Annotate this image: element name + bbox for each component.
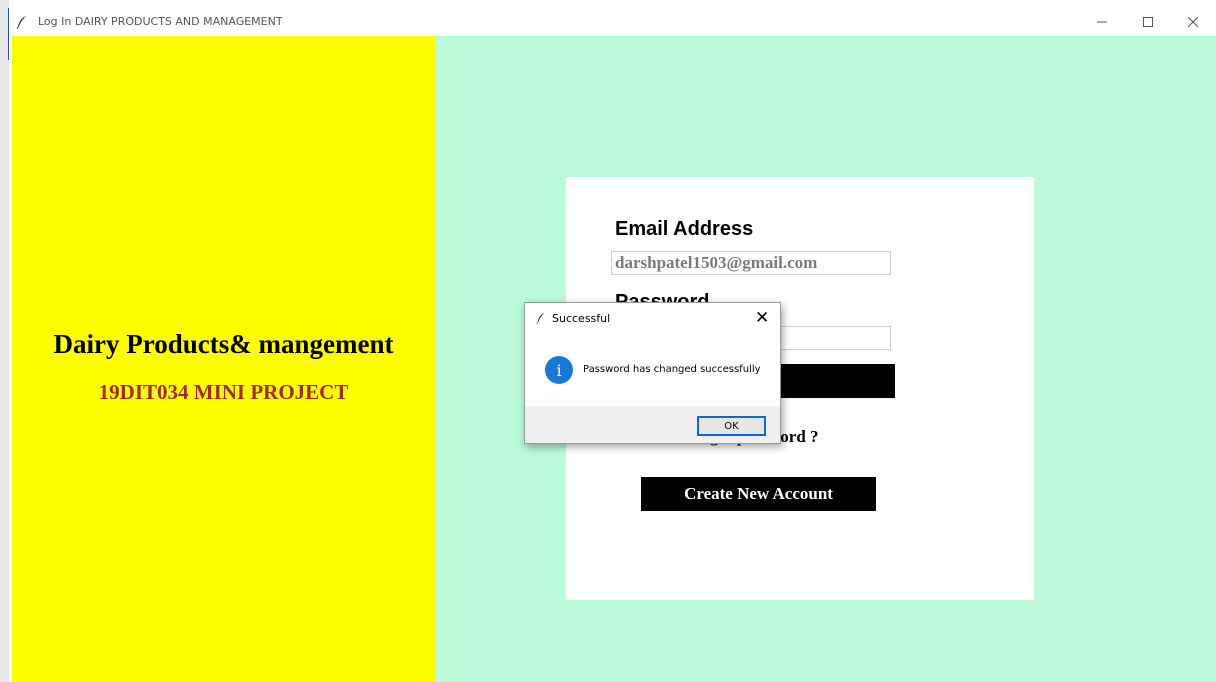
minimize-button[interactable] [1079,8,1125,36]
email-label: Email Address [615,218,754,240]
close-icon [1188,17,1198,27]
desktop-edge [0,0,9,682]
dialog-titlebar[interactable]: Successful ✕ [525,303,780,333]
feather-icon [16,16,26,29]
dialog-message: Password has changed successfully [583,364,761,375]
info-icon: i [545,356,573,384]
email-field[interactable]: darshpatel1503@gmail.com [611,251,891,275]
success-dialog: Successful ✕ i Password has changed succ… [524,302,781,444]
project-subtitle: 19DIT034 MINI PROJECT [98,380,349,404]
ok-button[interactable]: OK [697,416,766,436]
feather-icon [536,312,545,324]
create-account-button[interactable]: Create New Account [641,477,876,511]
dialog-title: Successful [552,312,611,325]
branding-panel: Dairy Products& mangement 19DIT034 MINI … [12,36,435,682]
dialog-close-button[interactable]: ✕ [755,308,769,328]
window-title: Log In DAIRY PRODUCTS AND MANAGEMENT [38,15,283,28]
app-title: Dairy Products& mangement [53,329,394,359]
maximize-icon [1143,17,1153,27]
maximize-button[interactable] [1125,8,1171,36]
minimize-icon [1097,21,1107,23]
window-titlebar[interactable]: Log In DAIRY PRODUCTS AND MANAGEMENT [9,8,1216,36]
close-window-button[interactable] [1170,8,1216,36]
dialog-body: i Password has changed successfully [525,333,780,406]
